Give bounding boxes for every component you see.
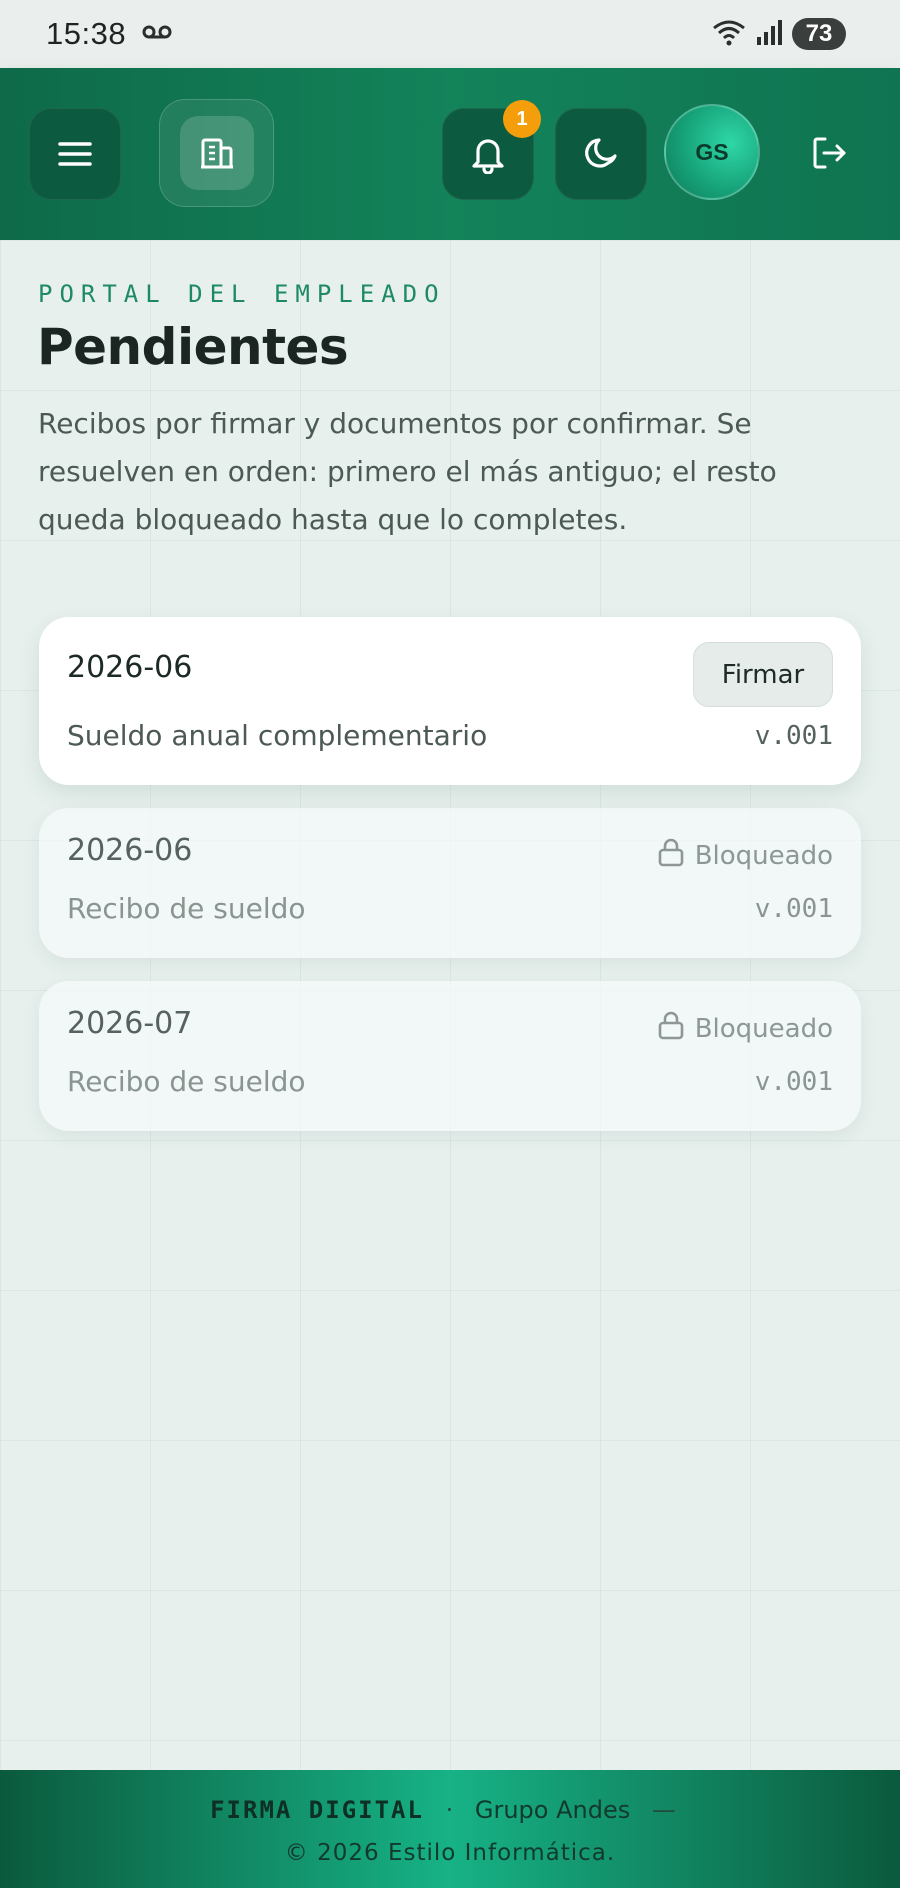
item-period: 2026-06 [67,833,193,868]
battery-indicator: 73 [792,18,846,50]
footer-copyright: © 2026 Estilo Informática. [284,1840,616,1866]
pending-item: 2026-06 Firmar Sueldo anual complementar… [39,617,861,785]
status-bar: 15:38 73 [0,0,900,68]
app-footer: FIRMA DIGITAL · Grupo Andes — © 2026 Est… [0,1770,900,1888]
locked-status: Bloqueado [657,1010,833,1047]
item-description: Recibo de sueldo [67,1065,306,1098]
lock-icon [657,837,685,874]
footer-dash: — [651,1796,676,1824]
menu-button[interactable] [29,108,121,200]
locked-label: Bloqueado [694,1013,833,1044]
logout-icon [812,136,848,174]
building-icon [199,136,235,170]
locked-label: Bloqueado [694,840,833,871]
footer-brand: FIRMA DIGITAL [210,1796,424,1824]
lock-icon [657,1010,685,1047]
locked-status: Bloqueado [657,837,833,874]
footer-line: FIRMA DIGITAL · Grupo Andes — [0,1796,900,1824]
item-period: 2026-07 [67,1006,193,1041]
item-version: v.001 [754,721,833,751]
bell-icon [469,134,507,174]
hamburger-icon [58,140,92,168]
footer-separator: · [445,1796,454,1824]
page-eyebrow: PORTAL DEL EMPLEADO [38,280,446,308]
organization-button[interactable] [159,99,274,207]
footer-company: Grupo Andes [474,1796,631,1824]
user-avatar[interactable]: GS [664,104,760,200]
pending-item: 2026-06 Bloqueado Recibo de sueldo v.001 [39,808,861,958]
item-description: Sueldo anual complementario [67,719,488,752]
voicemail-icon [142,24,172,44]
item-version: v.001 [754,894,833,924]
moon-icon [582,135,620,173]
theme-toggle-button[interactable] [555,108,647,200]
wifi-icon [712,18,746,50]
page-title: Pendientes [37,318,349,376]
item-version: v.001 [754,1067,833,1097]
sign-button[interactable]: Firmar [693,642,833,707]
item-period: 2026-06 [67,650,193,685]
app-header: 1 GS [0,68,900,240]
page-description: Recibos por firmar y documentos por conf… [38,407,777,536]
main-content: PORTAL DEL EMPLEADO Pendientes Recibos p… [0,240,900,1770]
pending-item: 2026-07 Bloqueado Recibo de sueldo v.001 [39,981,861,1131]
status-time: 15:38 [46,16,127,51]
signal-icon [756,19,782,49]
logout-button[interactable] [808,133,852,177]
item-description: Recibo de sueldo [67,892,306,925]
notification-badge: 1 [503,100,541,138]
